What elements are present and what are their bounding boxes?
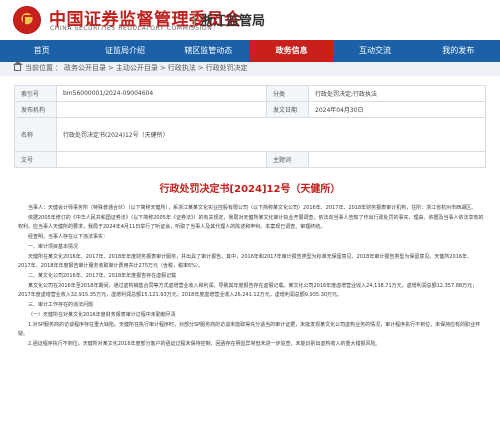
issuer-label: 发布机构 [14, 101, 57, 118]
breadcrumb-bar: 当前位置： 政务公开目录 > 主动公开目录 > 行政执法 > 行政处罚决定 [0, 61, 500, 76]
breadcrumb: 当前位置： 政务公开目录 > 主动公开目录 > 行政执法 > 行政处罚决定 [13, 61, 248, 73]
date-value: 2024年04月30日 [308, 101, 486, 118]
doc-paragraph: 1.对SP服务商的访谈程序存在重大缺陷。天健所在执行审计程序时，对部分SP服务商… [18, 322, 481, 337]
nav-item-home[interactable]: 首页 [0, 40, 83, 62]
subject-value [308, 151, 486, 168]
doc-paragraph: 当事人：天健会计师事务所（特殊普通合伙）（以下简称天健所），系浙江某某文化实业控… [28, 205, 477, 211]
category-value: 行政处罚决定;行政执法 [308, 85, 486, 102]
name-value: 行政处罚决定书(2024)12号（天健所） [56, 117, 486, 152]
document-title: 行政处罚决定书[2024]12号（天健所） [159, 184, 341, 195]
header-divider [194, 10, 195, 28]
date-label: 发文日期 [266, 101, 309, 118]
docno-label: 文号 [14, 151, 57, 168]
site-header: 中国证券监督管理委员会 CHINA SECURITIES REGULATORY … [0, 0, 500, 40]
csrc-emblem-icon [13, 6, 41, 34]
doc-section-heading: 一、审计项目基本情况 [28, 244, 79, 250]
doc-section-heading: 二、某文化公司2016年、2017年、2018年年度报告存在虚假记载 [28, 273, 177, 279]
breadcrumb-link-penalty[interactable]: 行政处罚决定 [206, 63, 248, 73]
doc-paragraph: 天健所在某文化2016年、2017年、2018年年度财务报表审计服务，并出具了审… [18, 254, 473, 269]
doc-paragraph: 2.函证程序执行不到位。天健所对某文化2016年度部分客户的函证过程未保持控制，… [28, 341, 381, 347]
home-icon [13, 61, 23, 71]
site-subtitle: CHINA SECURITIES REGULATORY COMMISSION [50, 25, 213, 32]
breadcrumb-link-enforcement[interactable]: 行政执法 [168, 63, 196, 73]
nav-item-my-posts[interactable]: 我的发布 [417, 40, 500, 62]
doc-paragraph: 依据2005年修订的《中华人民共和国证券法》（以下简称2005年《证券法》）的有… [18, 215, 484, 230]
nav-item-about[interactable]: 证监局介绍 [83, 40, 166, 62]
index-value: bm56000001/2024-09004604 [56, 85, 267, 102]
issuer-value [56, 101, 267, 118]
nav-item-supervision-news[interactable]: 辖区监管动态 [167, 40, 250, 62]
nav-item-government-info[interactable]: 政务信息 [249, 40, 334, 62]
subject-label: 主题词 [266, 151, 309, 168]
nav-item-interaction[interactable]: 互动交流 [333, 40, 416, 62]
doc-paragraph: （一）天健所在对某文化2016年度财务报表审计过程中未勤勉尽责 [28, 312, 176, 318]
breadcrumb-link-active-catalog[interactable]: 主动公开目录 [116, 63, 158, 73]
doc-paragraph: 某文化公司在2016年至2018年期间，通过虚构销售合同等方式虚增营业收入和利润… [18, 283, 478, 298]
breadcrumb-link-catalog[interactable]: 政务公开目录 [64, 63, 106, 73]
category-label: 分类 [266, 85, 309, 102]
breadcrumb-current-location: 当前位置 [25, 64, 53, 72]
doc-section-heading: 三、审计工作存在的违法问题 [28, 302, 94, 308]
main-nav: 首页 证监局介绍 辖区监管动态 政务信息 互动交流 我的发布 [0, 40, 500, 62]
bureau-name: 浙江监管局 [200, 14, 266, 29]
doc-paragraph: 经查明，当事人存在以下违法事实： [28, 234, 109, 240]
document-meta-table: 索引号 bm56000001/2024-09004604 分类 行政处罚决定;行… [14, 85, 486, 168]
docno-value [56, 151, 267, 168]
name-label: 名称 [14, 117, 57, 152]
index-label: 索引号 [14, 85, 57, 102]
document-body: 当事人：天健会计师事务所（特殊普通合伙）（以下简称天健所），系浙江某某文化实业控… [18, 204, 484, 424]
